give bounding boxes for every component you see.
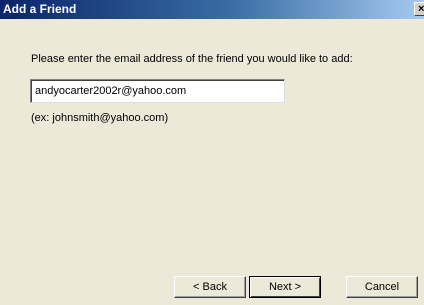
back-button[interactable]: < Back xyxy=(174,276,246,298)
close-icon: × xyxy=(418,3,424,15)
prompt-label: Please enter the email address of the fr… xyxy=(31,53,353,65)
next-button[interactable]: Next > xyxy=(249,276,321,298)
close-button[interactable]: × xyxy=(414,2,424,16)
email-field[interactable] xyxy=(30,79,285,103)
window-title: Add a Friend xyxy=(3,2,77,16)
title-bar[interactable]: Add a Friend × xyxy=(0,0,424,19)
example-hint: (ex: johnsmith@yahoo.com) xyxy=(31,112,169,124)
cancel-button[interactable]: Cancel xyxy=(346,276,418,298)
